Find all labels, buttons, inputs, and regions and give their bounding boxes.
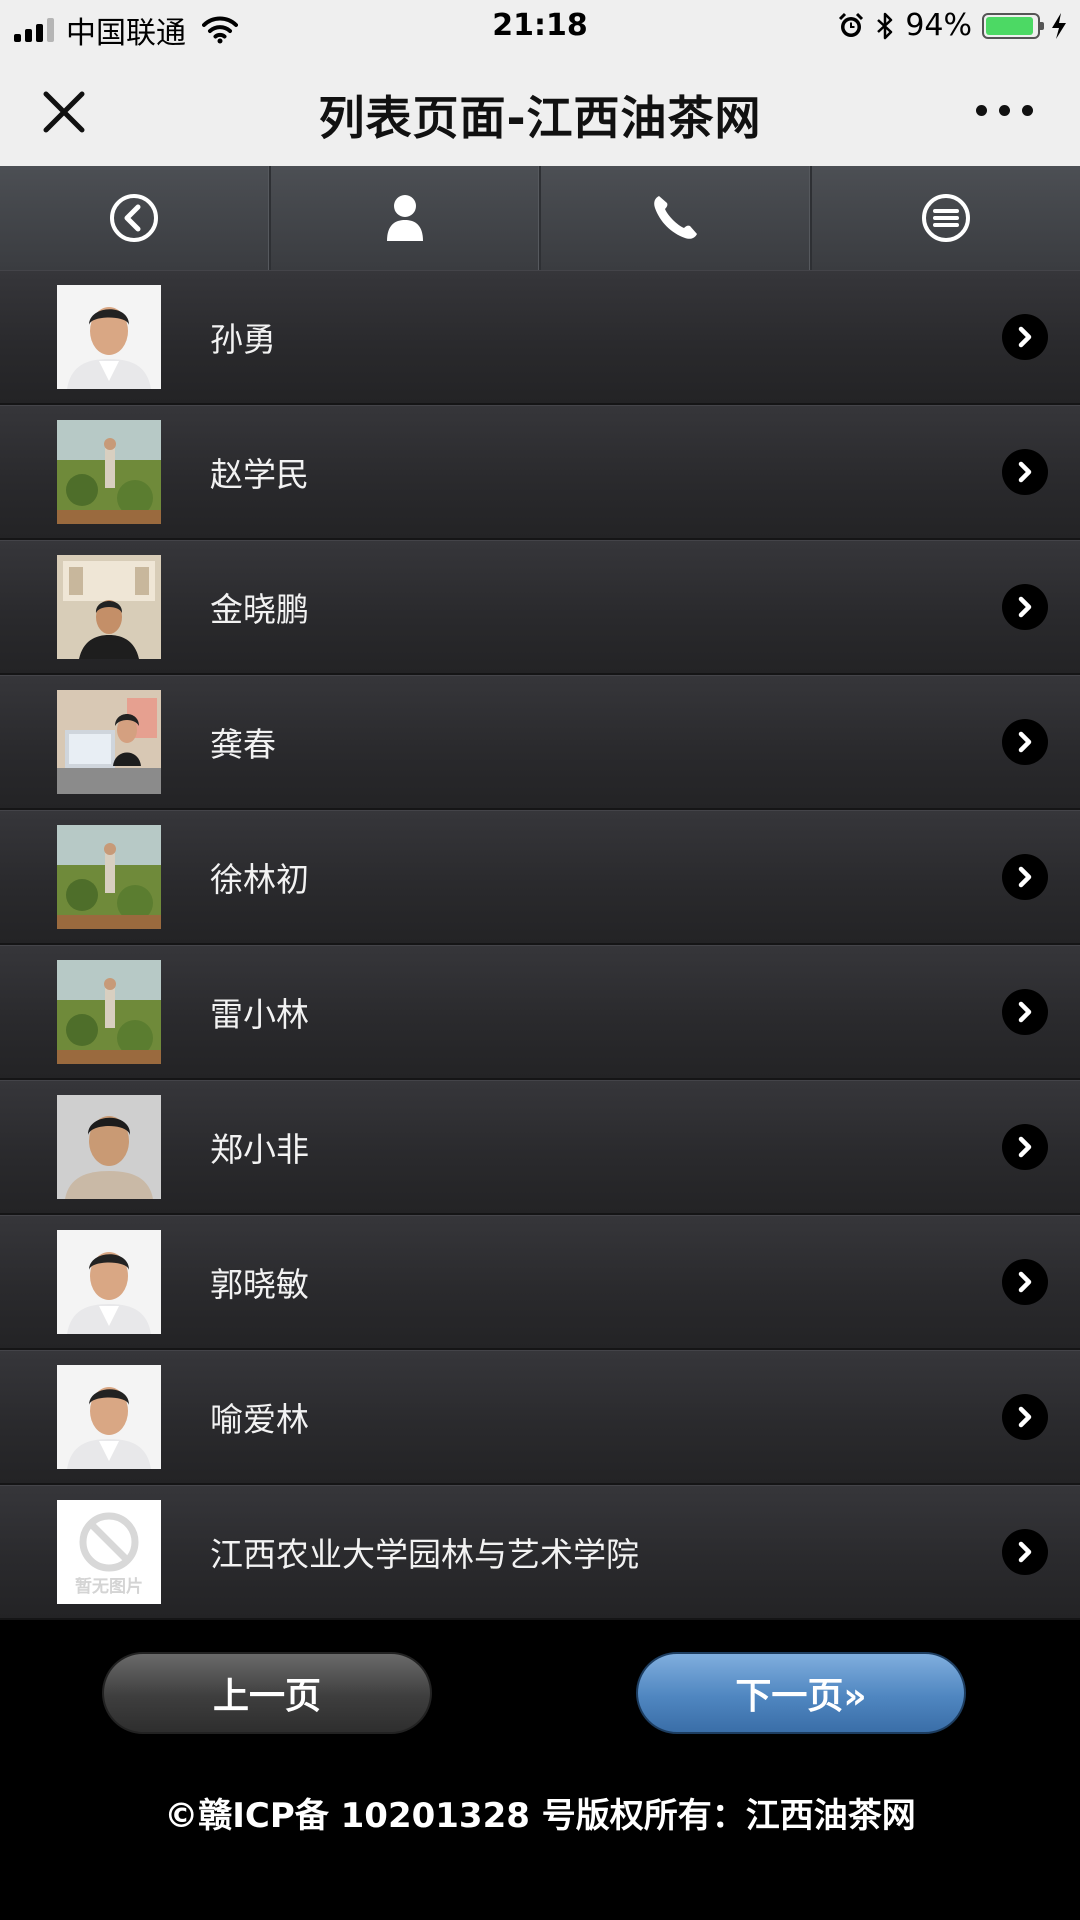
phone-icon [654, 196, 698, 239]
list-item-label: 郑小非 [210, 1130, 309, 1169]
chevron-right-icon[interactable] [1002, 584, 1048, 630]
chevron-right-icon[interactable] [1002, 989, 1048, 1035]
person-photo [57, 1230, 161, 1334]
chevron-right-icon[interactable] [1002, 854, 1048, 900]
list-item[interactable]: 郭晓敏 [0, 1215, 1080, 1350]
person-photo [57, 690, 161, 794]
battery-level-fill [986, 16, 1033, 35]
title-bar: 列表页面-江西油茶网 [0, 54, 1080, 166]
page-title: 列表页面-江西油茶网 [318, 91, 762, 145]
no-image-text: 暂无图片 [75, 1577, 143, 1597]
person-photo [57, 1365, 161, 1469]
list-item-label: 赵学民 [210, 455, 309, 494]
list-item[interactable]: 雷小林 [0, 945, 1080, 1080]
alarm-icon [839, 12, 864, 37]
person-photo [57, 960, 161, 1064]
user-icon [386, 195, 423, 241]
pagination: 上一页 下一页» [0, 1652, 1080, 1736]
phone-button[interactable] [541, 166, 812, 270]
menu-button[interactable] [812, 166, 1080, 270]
chevron-right-icon[interactable] [1002, 1259, 1048, 1305]
list-item-label: 喻爱林 [210, 1400, 309, 1439]
list-item-label: 雷小林 [210, 995, 309, 1034]
bluetooth-icon [877, 12, 893, 39]
person-photo [57, 555, 161, 659]
toolbar [0, 166, 1080, 270]
more-options-icon[interactable] [976, 98, 1040, 122]
battery-percent: 94% [905, 8, 972, 43]
status-bar: 中国联通 21:18 94% [0, 0, 1080, 54]
person-photo [57, 420, 161, 524]
chevron-right-icon[interactable] [1002, 1124, 1048, 1170]
chevron-right-icon[interactable] [1002, 1394, 1048, 1440]
list-item-label: 江西农业大学园林与艺术学院 [210, 1535, 639, 1574]
list-item[interactable]: 龚春 [0, 675, 1080, 810]
list-item-label: 郭晓敏 [210, 1265, 309, 1304]
back-circle-icon [110, 194, 159, 242]
user-button[interactable] [271, 166, 541, 270]
list-item-label: 孙勇 [210, 320, 276, 359]
list-item[interactable]: 喻爱林 [0, 1350, 1080, 1485]
chevron-right-icon[interactable] [1002, 719, 1048, 765]
person-photo [57, 285, 161, 389]
chevron-right-icon[interactable] [1002, 314, 1048, 360]
previous-page-button[interactable]: 上一页 [102, 1652, 432, 1734]
list-item[interactable]: 孙勇 [0, 270, 1080, 405]
list-item[interactable]: 暂无图片 江西农业大学园林与艺术学院 [0, 1485, 1080, 1620]
person-photo [57, 825, 161, 929]
list-item[interactable]: 郑小非 [0, 1080, 1080, 1215]
chevron-right-icon[interactable] [1002, 1529, 1048, 1575]
list-item[interactable]: 徐林初 [0, 810, 1080, 945]
list-item-label: 金晓鹏 [210, 590, 309, 629]
back-button[interactable] [0, 166, 271, 270]
no-image-placeholder: 暂无图片 [57, 1500, 161, 1604]
battery-icon [982, 12, 1044, 39]
charging-bolt-icon [1052, 12, 1066, 39]
list-item-label: 龚春 [210, 725, 276, 764]
next-page-button[interactable]: 下一页» [636, 1652, 966, 1734]
list-item[interactable]: 赵学民 [0, 405, 1080, 540]
copyright-footer: ©赣ICP备 10201328 号版权所有：江西油茶网 [164, 1796, 916, 1836]
list-item-label: 徐林初 [210, 860, 309, 899]
list-item[interactable]: 金晓鹏 [0, 540, 1080, 675]
chevron-right-icon[interactable] [1002, 449, 1048, 495]
menu-icon [921, 194, 970, 242]
person-photo [57, 1095, 161, 1199]
person-list: 孙勇赵学民金晓鹏龚春徐林初雷小林郑小非郭晓敏喻爱林暂无图片 江西农业大学园林与艺术… [0, 270, 1080, 1620]
